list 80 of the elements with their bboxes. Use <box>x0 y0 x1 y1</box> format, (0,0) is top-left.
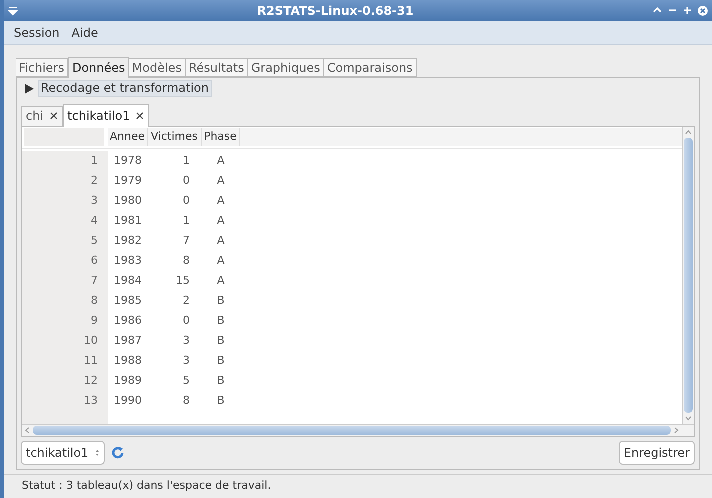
table-cell-text: 3 <box>183 352 190 369</box>
row-number: 2 <box>91 172 98 189</box>
status-text: Statut : 3 tableau(x) dans l'espace de travail. <box>22 478 272 494</box>
table-cell-text: 5 <box>183 372 190 389</box>
dataset-dropdown[interactable]: tchikatilo1 <box>21 441 105 466</box>
table-cell-text: 15 <box>176 272 190 289</box>
table-cell-text: 1 <box>183 212 190 229</box>
tab[interactable]: Graphiques <box>248 58 324 77</box>
table-cell-text: A <box>217 212 225 229</box>
plus-icon[interactable] <box>683 6 692 15</box>
row-number: 1 <box>91 152 98 169</box>
window-menu-icon[interactable] <box>8 6 18 16</box>
table-cell-text: A <box>217 192 225 209</box>
close-icon[interactable] <box>50 112 58 120</box>
table-cell-text: 1988 <box>114 352 142 369</box>
table-cell-text: 1978 <box>114 152 142 169</box>
table-cell-text: 0 <box>183 312 190 329</box>
refresh-icon[interactable] <box>111 446 125 460</box>
tab[interactable]: Fichiers <box>16 58 68 77</box>
row-number: 7 <box>91 272 98 289</box>
column-header[interactable]: Victimes <box>148 128 202 146</box>
tab[interactable]: Comparaisons <box>324 58 417 77</box>
table-cell-text: 0 <box>183 192 190 209</box>
table-cell-text: 8 <box>183 252 190 269</box>
save-button[interactable]: Enregistrer <box>618 441 695 466</box>
expander-triangle-icon[interactable] <box>25 84 34 94</box>
window-title: R2STATS-Linux-0.68-31 <box>256 2 415 20</box>
expander-header[interactable]: Recodage et transformation <box>38 80 212 98</box>
table-cell-text: 1980 <box>114 192 142 209</box>
table-cell-text: 1986 <box>114 312 142 329</box>
tab[interactable]: Résultats <box>186 58 248 77</box>
row-number: 10 <box>84 332 98 349</box>
table-cell-text: 1981 <box>114 212 142 229</box>
table-cell-text: B <box>217 292 225 309</box>
table-cell-text: B <box>217 372 225 389</box>
table-cell-text: 2 <box>183 292 190 309</box>
column-header[interactable]: Phase <box>202 128 240 146</box>
table-cell-text: A <box>217 152 225 169</box>
close-icon[interactable] <box>698 6 708 16</box>
vertical-scrollbar[interactable] <box>682 126 694 424</box>
table-cell-text: 3 <box>183 332 190 349</box>
table-cell-text: 1989 <box>114 372 142 389</box>
table-cell-text: 1982 <box>114 232 142 249</box>
row-number: 3 <box>91 192 98 209</box>
horizontal-scrollbar[interactable] <box>22 424 694 436</box>
table-cell-text: 1979 <box>114 172 142 189</box>
menu-item[interactable]: Session <box>12 24 62 42</box>
data-tab[interactable]: tchikatilo1 <box>62 104 150 127</box>
data-tab[interactable]: chi <box>21 106 63 126</box>
table-cell-text: 1984 <box>114 272 142 289</box>
table-cell-text: B <box>217 352 225 369</box>
row-number: 6 <box>91 252 98 269</box>
table-cell-text: 1 <box>183 152 190 169</box>
table-cell-text: 7 <box>183 232 190 249</box>
table-cell-text: 1985 <box>114 292 142 309</box>
table-cell-text: A <box>217 252 225 269</box>
row-number: 9 <box>91 312 98 329</box>
row-number: 5 <box>91 232 98 249</box>
table-cell-text: B <box>217 392 225 409</box>
tab[interactable]: Données <box>68 57 130 78</box>
spinner-arrows-icon <box>95 449 100 458</box>
table-cell-text: A <box>217 172 225 189</box>
row-number: 11 <box>84 352 98 369</box>
menu-item[interactable]: Aide <box>70 24 100 42</box>
table-cell-text: A <box>217 232 225 249</box>
row-number: 4 <box>91 212 98 229</box>
table-cell-text: 0 <box>183 172 190 189</box>
close-icon[interactable] <box>136 112 144 120</box>
table-cell-text: 8 <box>183 392 190 409</box>
row-number: 8 <box>91 292 98 309</box>
table-cell-text: B <box>217 332 225 349</box>
table-cell-text: B <box>217 312 225 329</box>
row-number: 13 <box>84 392 98 409</box>
table-cell-text: 1983 <box>114 252 142 269</box>
table-cell-text: 1990 <box>114 392 142 409</box>
column-header[interactable]: Annee <box>108 128 148 146</box>
table-cell-text: A <box>217 272 225 289</box>
tab[interactable]: Modèles <box>129 58 186 77</box>
table-cell-text: 1987 <box>114 332 142 349</box>
row-number: 12 <box>84 372 98 389</box>
